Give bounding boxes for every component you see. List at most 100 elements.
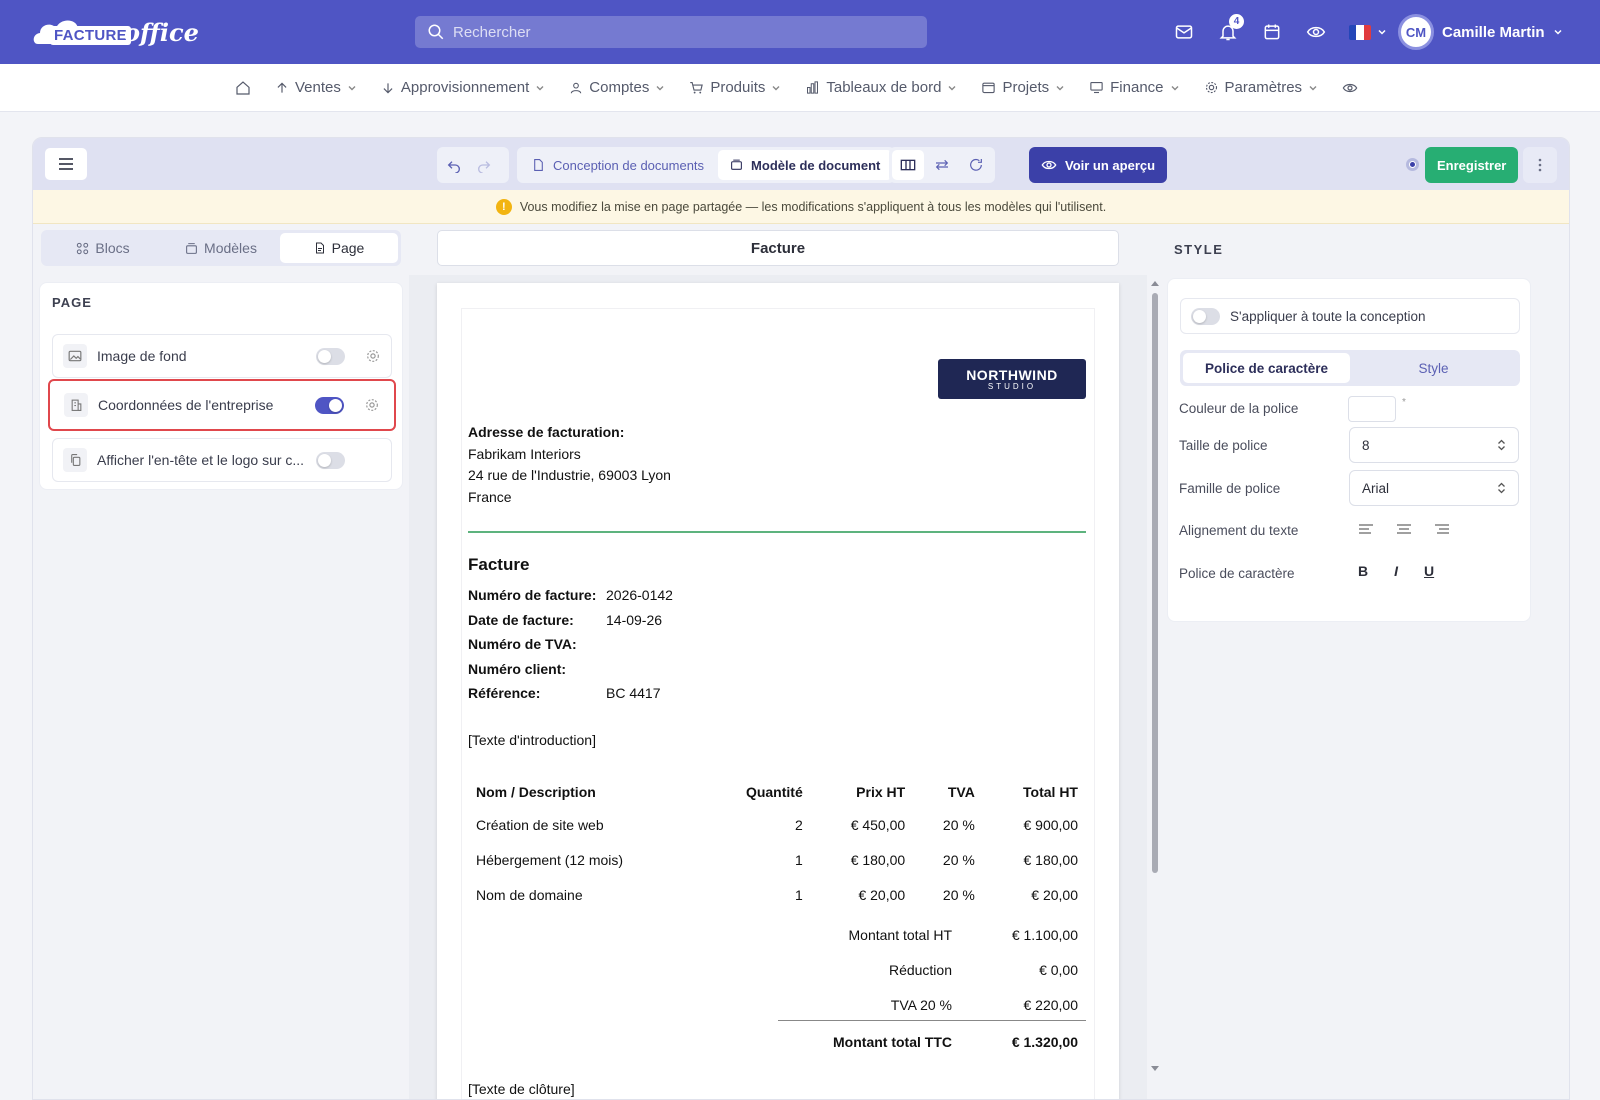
header-logo-toggle[interactable] — [316, 451, 345, 469]
background-image-toggle[interactable] — [316, 347, 345, 365]
nav-label: Paramètres — [1224, 79, 1303, 96]
nav-item-parametres[interactable]: Paramètres — [1204, 79, 1319, 96]
nav-label: Finance — [1110, 79, 1164, 96]
menu-button[interactable] — [45, 148, 87, 180]
nav-item-finance[interactable]: Finance — [1089, 79, 1179, 96]
preview-button[interactable]: Voir un aperçu — [1029, 147, 1168, 183]
meta-label: Numéro de facture: — [468, 587, 597, 603]
nav-visibility[interactable] — [1342, 80, 1358, 96]
tab-document-design[interactable]: Conception de documents — [520, 150, 716, 180]
swap-button[interactable] — [926, 150, 958, 180]
align-right-icon[interactable] — [1434, 523, 1450, 535]
meta-value: BC 4417 — [606, 685, 661, 701]
option-company-details[interactable]: Coordonnées de l'entreprise — [48, 379, 396, 431]
more-options-button[interactable] — [1523, 147, 1557, 183]
nav-label: Produits — [710, 79, 766, 96]
tab-label: Conception de documents — [553, 157, 705, 173]
main-nav: Ventes Approvisionnement Comptes Produit… — [0, 64, 1600, 112]
nav-item-ventes[interactable]: Ventes — [275, 79, 357, 96]
align-center-icon[interactable] — [1396, 523, 1412, 535]
nav-label: Comptes — [589, 79, 650, 96]
font-style-label: Police de caractère — [1179, 566, 1295, 581]
blocks-icon — [77, 242, 89, 254]
font-style-group: B I U — [1358, 563, 1434, 579]
panel-title: PAGE — [52, 295, 92, 310]
chevron-down-icon — [1554, 29, 1562, 35]
document-editor: Conception de documents Modèle de docume… — [32, 137, 1570, 1100]
refresh-icon — [970, 158, 982, 171]
italic-button[interactable]: I — [1394, 563, 1398, 579]
app-logo[interactable]: FACTURE office — [32, 14, 199, 50]
swap-icon — [935, 159, 949, 171]
scroll-thumb[interactable] — [1152, 293, 1158, 873]
eye-icon[interactable] — [1302, 18, 1330, 46]
notification-bell-icon[interactable]: 4 — [1214, 14, 1244, 46]
undo-button[interactable] — [440, 150, 468, 180]
page-icon — [315, 242, 324, 254]
column-header: Prix HT — [856, 784, 906, 800]
mail-icon[interactable] — [1170, 18, 1198, 46]
calendar-icon[interactable] — [1258, 18, 1286, 46]
gear-icon[interactable] — [365, 348, 381, 364]
style-panel-title: STYLE — [1174, 242, 1224, 257]
total-label: TVA 20 % — [890, 996, 952, 1013]
view-mode-tabs: Conception de documents Modèle de docume… — [517, 147, 896, 183]
nav-item-approvisionnement[interactable]: Approvisionnement — [381, 79, 545, 96]
line-items-table: Nom / Description Quantité Prix HT TVA T… — [468, 777, 1086, 912]
gear-icon[interactable] — [364, 397, 380, 413]
bold-button[interactable]: B — [1358, 563, 1368, 579]
apply-to-all-toggle[interactable] — [1191, 307, 1220, 325]
canvas-scrollbar[interactable] — [1147, 275, 1163, 1099]
apply-to-all-row[interactable]: S'appliquer à toute la conception — [1180, 298, 1520, 334]
company-logo[interactable]: NORTHWIND STUDIO — [938, 359, 1086, 399]
redo-button[interactable] — [470, 150, 498, 180]
nav-item-comptes[interactable]: Comptes — [569, 79, 665, 96]
user-menu[interactable]: CM Camille Martin — [1398, 14, 1563, 50]
company-details-toggle[interactable] — [315, 396, 344, 414]
hamburger-icon — [59, 158, 73, 170]
save-button[interactable]: Enregistrer — [1425, 147, 1519, 183]
option-header-logo-every-page[interactable]: Afficher l'en-tête et le logo sur c... — [52, 438, 392, 482]
page-settings-panel: PAGE Image de fond Coordonnées de l'entr… — [39, 282, 403, 490]
column-header: Nom / Description — [476, 784, 596, 800]
font-color-picker[interactable] — [1348, 396, 1396, 422]
search-bar[interactable] — [415, 16, 927, 48]
nav-label: Approvisionnement — [400, 79, 530, 96]
nav-item-produits[interactable]: Produits — [689, 79, 781, 96]
refresh-button[interactable] — [960, 150, 992, 180]
meta-label: Numéro de TVA: — [468, 636, 577, 652]
tab-font[interactable]: Police de caractère — [1183, 353, 1350, 383]
columns-button[interactable] — [892, 150, 924, 180]
invoice-content: NORTHWIND STUDIO Adresse de facturation:… — [461, 308, 1095, 1099]
language-selector[interactable] — [1346, 18, 1390, 46]
tab-document-template[interactable]: Modèle de document — [718, 150, 893, 180]
home-icon — [236, 80, 250, 95]
invoice-heading: Facture — [468, 555, 530, 574]
nav-item-projets[interactable]: Projets — [981, 79, 1065, 96]
scroll-down-icon[interactable] — [1150, 1065, 1160, 1073]
nav-item-tableaux-de-bord[interactable]: Tableaux de bord — [805, 79, 957, 96]
align-left-icon[interactable] — [1358, 523, 1374, 535]
cell: € 20,00 — [858, 886, 906, 903]
chevron-down-icon — [348, 85, 356, 90]
font-family-select[interactable]: Arial — [1349, 470, 1519, 506]
nav-home[interactable] — [235, 80, 251, 96]
cell: 20 % — [942, 851, 975, 868]
tab-blocks[interactable]: Blocs — [44, 233, 162, 263]
top-bar: FACTURE office 4 CM Camille Martin — [0, 0, 1600, 64]
option-background-image[interactable]: Image de fond — [52, 334, 392, 378]
tab-templates[interactable]: Modèles — [162, 233, 280, 263]
cell: 20 % — [942, 886, 975, 903]
tab-page[interactable]: Page — [280, 233, 398, 263]
closing-text[interactable]: [Texte de clôture] — [468, 1081, 575, 1097]
meta-label: Numéro client: — [468, 661, 567, 677]
template-icon — [186, 242, 197, 254]
logo-badge-text: FACTURE — [50, 26, 131, 45]
up-down-chevron-icon — [1498, 439, 1505, 451]
font-size-select[interactable]: 8 — [1349, 427, 1519, 463]
tab-style[interactable]: Style — [1350, 353, 1517, 383]
scroll-up-icon[interactable] — [1150, 279, 1160, 287]
intro-text[interactable]: [Texte d'introduction] — [468, 732, 596, 748]
search-input[interactable] — [453, 23, 893, 41]
underline-button[interactable]: U — [1424, 563, 1434, 579]
